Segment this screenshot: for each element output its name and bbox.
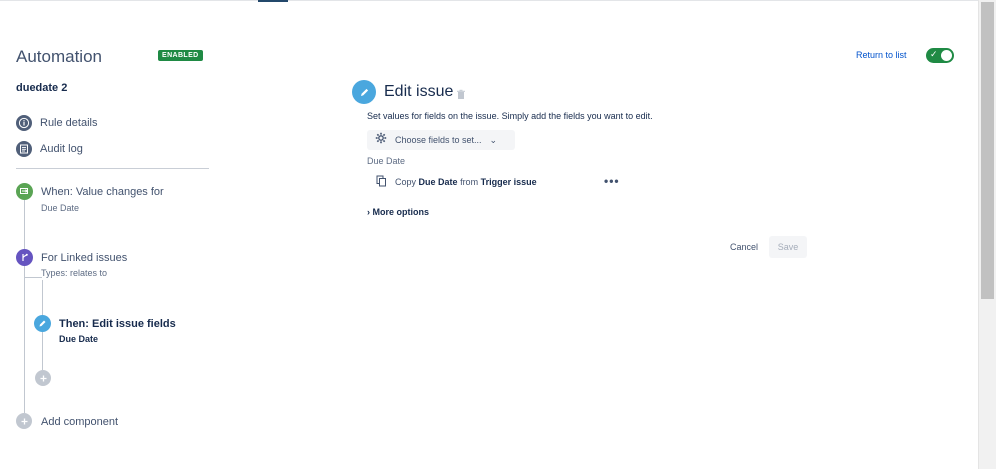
branch-step-icon[interactable] bbox=[16, 249, 33, 266]
pencil-icon bbox=[352, 80, 376, 104]
more-options-label: More options bbox=[372, 207, 430, 217]
more-options-toggle[interactable]: › More options bbox=[367, 207, 429, 217]
add-component-label[interactable]: Add component bbox=[41, 416, 118, 428]
rule-enabled-toggle[interactable]: ✓ bbox=[926, 48, 954, 63]
action-step-subtitle: Due Date bbox=[59, 334, 99, 344]
nav-audit-log[interactable]: Audit log bbox=[16, 141, 83, 157]
active-top-tab-indicator bbox=[258, 0, 288, 2]
copy-icon bbox=[376, 175, 387, 189]
copy-middle: from bbox=[460, 177, 479, 187]
trigger-step-subtitle: Due Date bbox=[41, 203, 80, 213]
check-icon: ✓ bbox=[930, 49, 938, 59]
top-border bbox=[0, 0, 978, 1]
info-icon bbox=[16, 115, 32, 131]
chevron-down-icon: ⌄ bbox=[489, 134, 498, 145]
branch-add-icon[interactable] bbox=[35, 370, 51, 386]
editor-title: Edit issue bbox=[384, 83, 454, 100]
flow-connector-main bbox=[24, 200, 25, 413]
return-to-list-link[interactable]: Return to list bbox=[856, 50, 907, 60]
action-step-title[interactable]: Then: Edit issue fields bbox=[59, 318, 176, 330]
save-button[interactable]: Save bbox=[769, 236, 807, 258]
nav-divider bbox=[16, 168, 209, 169]
copy-prefix: Copy bbox=[395, 177, 417, 187]
list-icon bbox=[16, 141, 32, 157]
status-badge: ENABLED bbox=[158, 50, 203, 61]
trash-icon[interactable] bbox=[456, 87, 466, 105]
rule-name: duedate 2 bbox=[16, 82, 68, 94]
cancel-button[interactable]: Cancel bbox=[724, 237, 764, 257]
branch-step-subtitle: Types: relates to bbox=[41, 268, 108, 278]
choose-fields-button[interactable]: Choose fields to set... ⌄ bbox=[367, 130, 515, 150]
field-label-due-date: Due Date bbox=[367, 156, 406, 166]
add-component-icon[interactable] bbox=[16, 413, 32, 429]
choose-fields-label: Choose fields to set... bbox=[395, 135, 482, 145]
chevron-right-icon: › bbox=[367, 207, 370, 217]
trigger-step-title[interactable]: When: Value changes for bbox=[41, 186, 164, 198]
nav-audit-log-label: Audit log bbox=[40, 143, 83, 155]
copy-field-row[interactable]: Copy Due Date from Trigger issue bbox=[376, 175, 537, 189]
copy-field-name: Due Date bbox=[418, 177, 458, 187]
page-title: Automation bbox=[16, 47, 102, 66]
flow-connector-elbow bbox=[24, 277, 42, 278]
editor-description: Set values for fields on the issue. Simp… bbox=[367, 111, 653, 121]
action-step-icon[interactable] bbox=[34, 315, 51, 332]
scrollbar-thumb[interactable] bbox=[981, 2, 994, 299]
gear-icon bbox=[375, 131, 387, 149]
more-actions-icon[interactable]: ••• bbox=[604, 174, 620, 188]
trigger-step-icon[interactable] bbox=[16, 183, 33, 200]
copy-source: Trigger issue bbox=[480, 177, 537, 187]
nav-rule-details[interactable]: Rule details bbox=[16, 115, 97, 131]
branch-step-title[interactable]: For Linked issues bbox=[41, 252, 127, 264]
vertical-scrollbar[interactable] bbox=[978, 0, 996, 469]
nav-rule-details-label: Rule details bbox=[40, 117, 98, 129]
toggle-knob bbox=[941, 50, 952, 61]
